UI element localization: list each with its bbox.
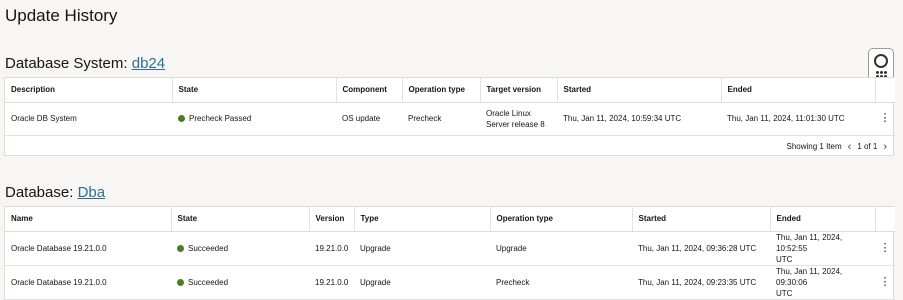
pagination: Showing 1 Item ‹ 1 of 1 › — [5, 136, 893, 158]
column-header[interactable]: Started — [557, 78, 722, 103]
column-header[interactable]: Version — [309, 207, 355, 232]
version-cell: 19.21.0.0 — [309, 231, 354, 266]
ended-line: UTC — [776, 288, 793, 298]
kebab-menu-icon[interactable]: ⋮ — [875, 231, 895, 266]
description-cell: Oracle DB System — [5, 102, 172, 136]
kebab-menu-icon[interactable]: ⋮ — [875, 102, 895, 136]
table-header-row: Name State Version Type Operation type S… — [5, 207, 895, 232]
column-header[interactable]: Ended — [770, 207, 876, 232]
database-link[interactable]: Dba — [78, 184, 106, 201]
db-system-table-panel: Description State Component Operation ty… — [4, 77, 895, 158]
page-title: Update History — [5, 6, 118, 25]
chevron-left-icon[interactable]: ‹ — [848, 141, 852, 153]
db-system-heading: Database System: db24 — [5, 55, 165, 72]
database-heading: Database: Dba — [5, 184, 105, 201]
database-label: Database: — [5, 184, 74, 201]
ended-line: Thu, Jan 11, 2024, 10:52:55 — [776, 232, 843, 253]
state-cell: Succeeded — [171, 265, 309, 300]
table-header-row: Description State Component Operation ty… — [5, 78, 895, 103]
state-label: Succeeded — [188, 243, 229, 253]
database-table: Name State Version Type Operation type S… — [5, 207, 895, 300]
state-cell: Succeeded — [171, 231, 309, 266]
status-success-icon — [178, 115, 185, 122]
db-system-label: Database System: — [5, 55, 128, 72]
type-cell: Upgrade — [354, 265, 490, 300]
ended-cell: Thu, Jan 11, 2024, 09:30:06 UTC — [770, 265, 875, 300]
column-header[interactable]: State — [171, 207, 310, 232]
state-label: Succeeded — [188, 277, 229, 287]
state-cell: Precheck Passed — [172, 102, 336, 136]
db-system-table: Description State Component Operation ty… — [5, 78, 895, 136]
operation-cell: Upgrade — [490, 231, 632, 266]
help-lifebuoy-icon — [874, 54, 888, 68]
column-header[interactable]: Component — [336, 78, 403, 103]
db-system-link[interactable]: db24 — [132, 55, 165, 72]
name-cell: Oracle Database 19.21.0.0 — [5, 231, 171, 266]
target-version-cell: Oracle Linux Server release 8 — [480, 102, 557, 136]
column-header[interactable]: Target version — [480, 78, 558, 103]
kebab-menu-icon[interactable]: ⋮ — [875, 265, 895, 300]
version-cell: 19.21.0.0 — [309, 265, 354, 300]
operation-cell: Precheck — [490, 265, 632, 300]
type-cell: Upgrade — [354, 231, 490, 266]
column-header[interactable]: Started — [632, 207, 771, 232]
column-header[interactable]: Description — [5, 78, 173, 103]
target-version-line: Server release 8 — [486, 119, 545, 129]
column-header[interactable]: Operation type — [402, 78, 481, 103]
started-cell: Thu, Jan 11, 2024, 09:36:28 UTC — [632, 231, 770, 266]
target-version-line: Oracle Linux — [486, 108, 531, 118]
state-label: Precheck Passed — [189, 114, 252, 123]
table-row: Oracle DB System Precheck Passed OS upda… — [5, 102, 895, 136]
column-header[interactable]: Ended — [721, 78, 876, 103]
started-cell: Thu, Jan 11, 2024, 09:23:35 UTC — [632, 265, 770, 300]
items-count: Showing 1 Item — [786, 142, 842, 151]
name-cell: Oracle Database 19.21.0.0 — [5, 265, 171, 300]
component-cell: OS update — [336, 102, 402, 136]
ended-cell: Thu, Jan 11, 2024, 11:01:30 UTC — [721, 102, 875, 136]
status-success-icon — [177, 244, 184, 252]
ended-line: Thu, Jan 11, 2024, 09:30:06 — [776, 266, 843, 287]
ended-line: UTC — [776, 254, 793, 264]
chevron-right-icon[interactable]: › — [883, 141, 887, 153]
status-success-icon — [177, 278, 184, 286]
column-header[interactable]: Type — [354, 207, 491, 232]
column-header[interactable]: Operation type — [490, 207, 633, 232]
table-row: Oracle Database 19.21.0.0 Succeeded 19.2… — [5, 231, 895, 266]
column-header[interactable]: Name — [5, 207, 172, 232]
column-header[interactable]: State — [172, 78, 337, 103]
page-indicator: 1 of 1 — [857, 142, 878, 151]
ended-cell: Thu, Jan 11, 2024, 10:52:55 UTC — [770, 231, 875, 266]
database-table-panel: Name State Version Type Operation type S… — [4, 206, 895, 300]
table-row: Oracle Database 19.21.0.0 Succeeded 19.2… — [5, 265, 895, 300]
column-header-actions — [875, 78, 895, 103]
started-cell: Thu, Jan 11, 2024, 10:59:34 UTC — [557, 102, 721, 136]
operation-cell: Precheck — [402, 102, 480, 136]
column-header-actions — [875, 207, 895, 232]
